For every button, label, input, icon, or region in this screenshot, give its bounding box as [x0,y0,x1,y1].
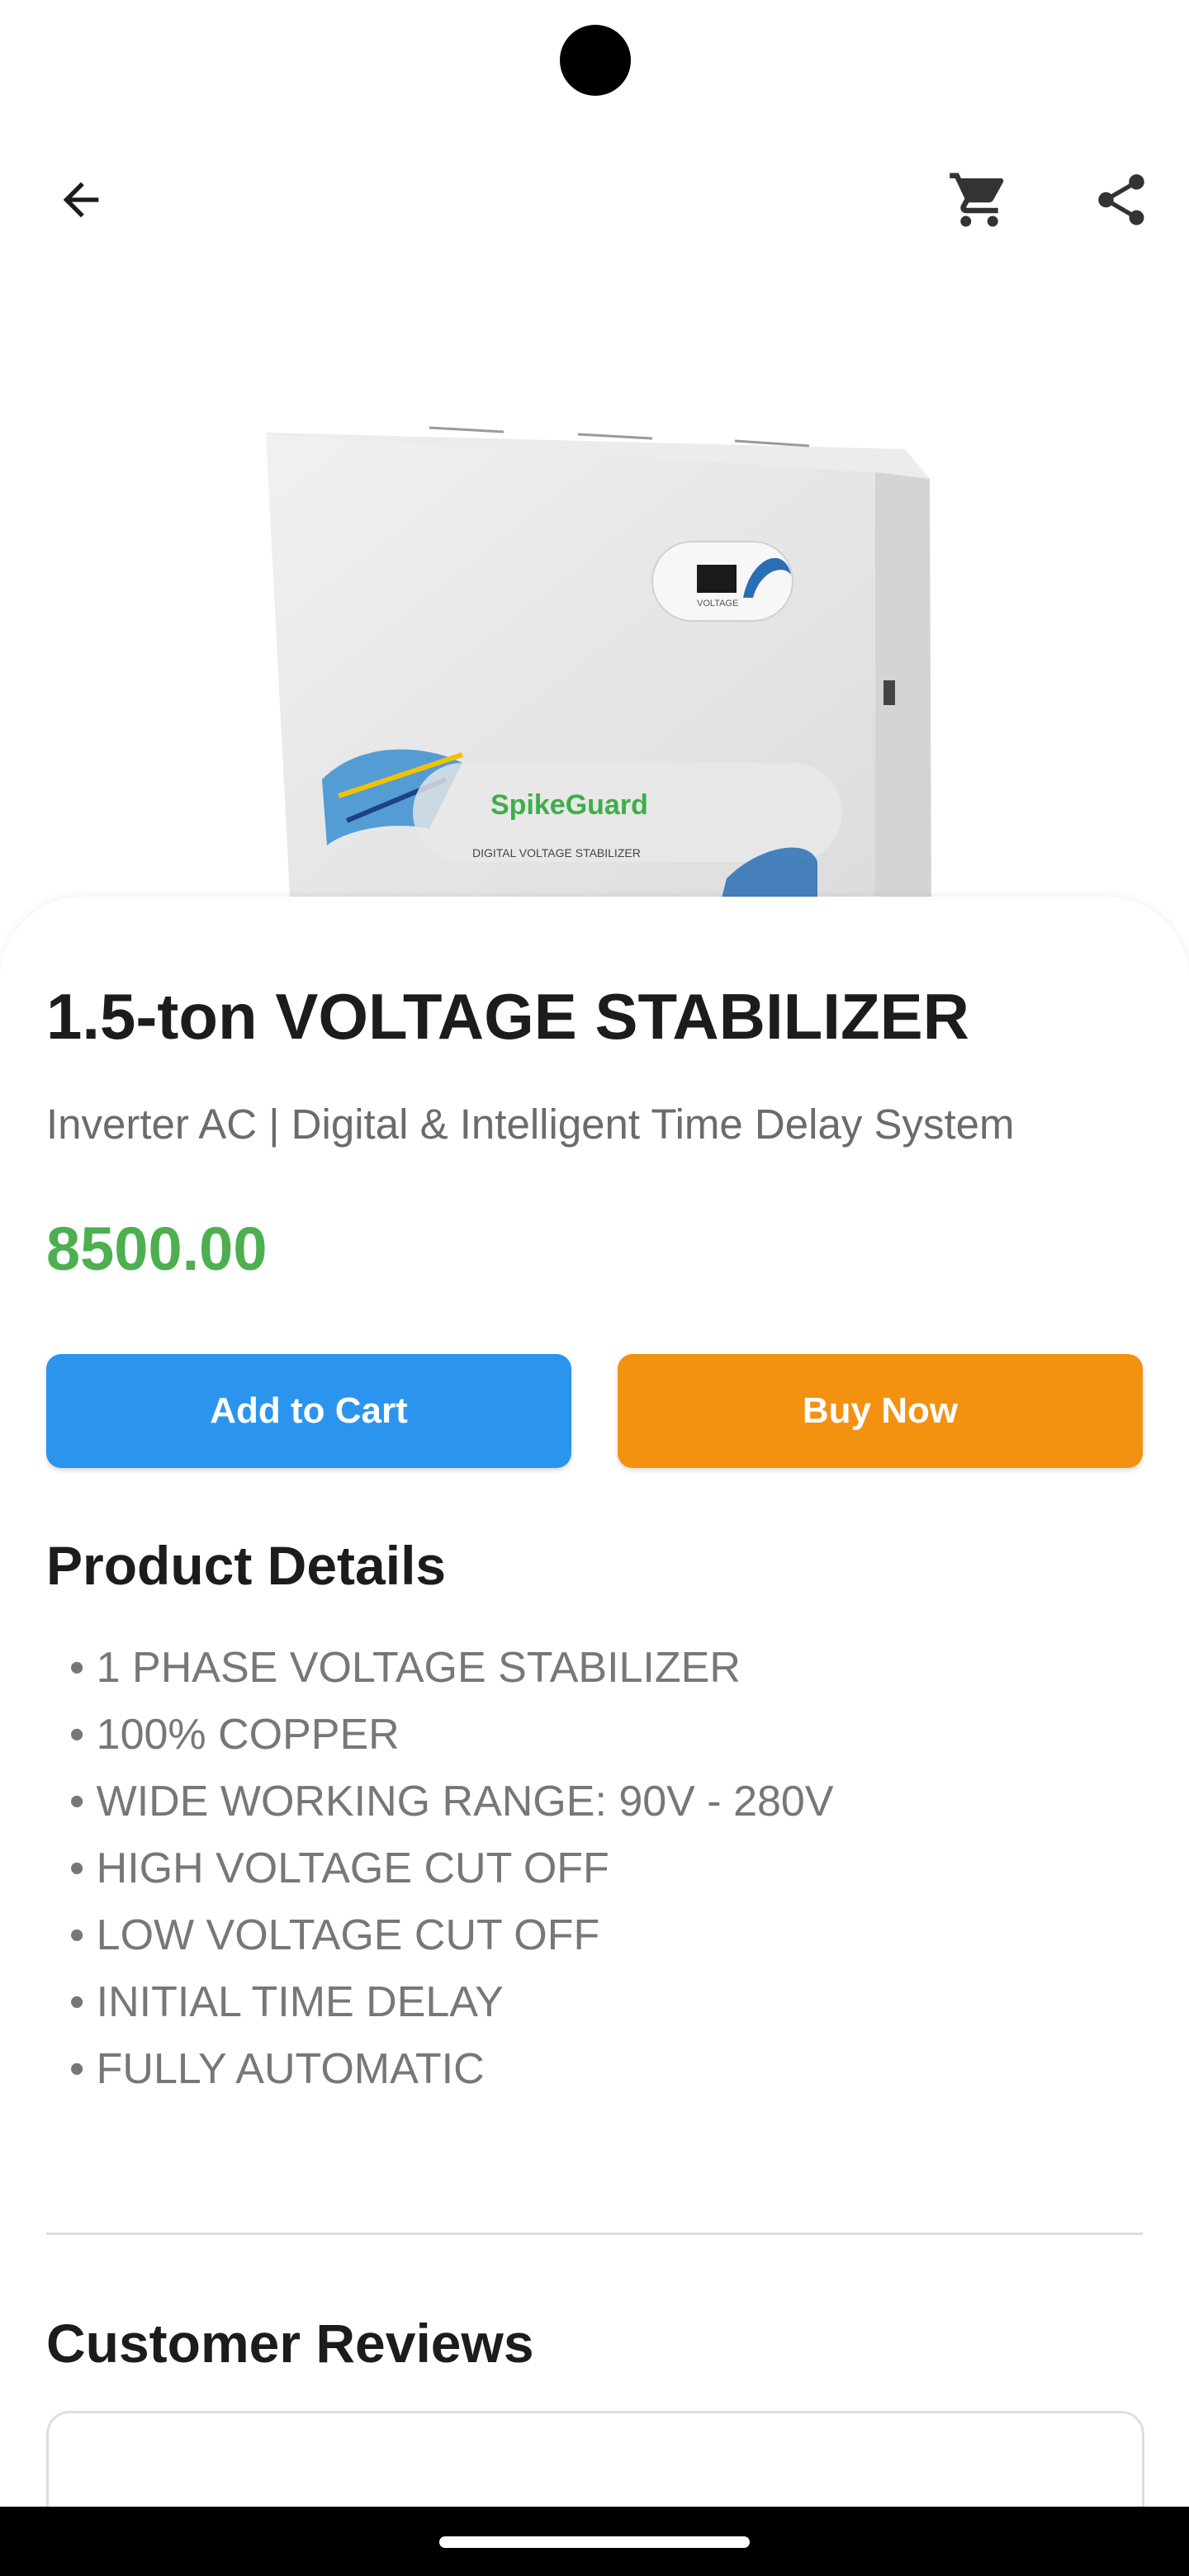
front-camera [560,25,631,96]
share-icon [1098,174,1144,225]
review-card[interactable] [46,2411,1144,2512]
detail-item: • 100% COPPER [69,1711,400,1759]
shopping-cart-icon [950,173,1004,227]
app-bar [0,149,1189,251]
detail-item: • FULLY AUTOMATIC [69,2045,485,2093]
image-caption: DIGITAL VOLTAGE STABILIZER [472,846,641,859]
product-price: 8500.00 [46,1215,268,1283]
product-details-list: • 1 PHASE VOLTAGE STABILIZER • 100% COPP… [69,1635,834,2103]
add-to-cart-button[interactable]: Add to Cart [46,1354,571,1468]
brand-logo: SpikeGuard [490,789,648,821]
product-image[interactable]: VOLTAGE SpikeGuard DIGITAL VOLTAGE STABI… [0,251,1189,912]
detail-item: • WIDE WORKING RANGE: 90V - 280V [69,1778,834,1825]
product-title: 1.5-ton VOLTAGE STABILIZER [46,980,969,1053]
stabilizer-illustration: VOLTAGE SpikeGuard DIGITAL VOLTAGE STABI… [266,426,931,912]
detail-item: • INITIAL TIME DELAY [69,1978,504,2026]
detail-item: • 1 PHASE VOLTAGE STABILIZER [69,1644,741,1692]
customer-reviews-heading: Customer Reviews [46,2313,534,2374]
panel-label: VOLTAGE [697,599,738,608]
buy-now-button[interactable]: Buy Now [618,1354,1143,1468]
cart-button[interactable] [938,149,1021,251]
share-button[interactable] [1080,149,1163,251]
detail-item: • LOW VOLTAGE CUT OFF [69,1911,600,1959]
section-divider [46,2233,1143,2235]
product-details-heading: Product Details [46,1535,447,1596]
arrow-back-icon [63,182,99,218]
detail-item: • HIGH VOLTAGE CUT OFF [69,1844,609,1892]
back-button[interactable] [40,149,122,251]
product-subtitle: Inverter AC | Digital & Intelligent Time… [46,1101,1015,1148]
home-indicator[interactable] [439,2536,750,2548]
